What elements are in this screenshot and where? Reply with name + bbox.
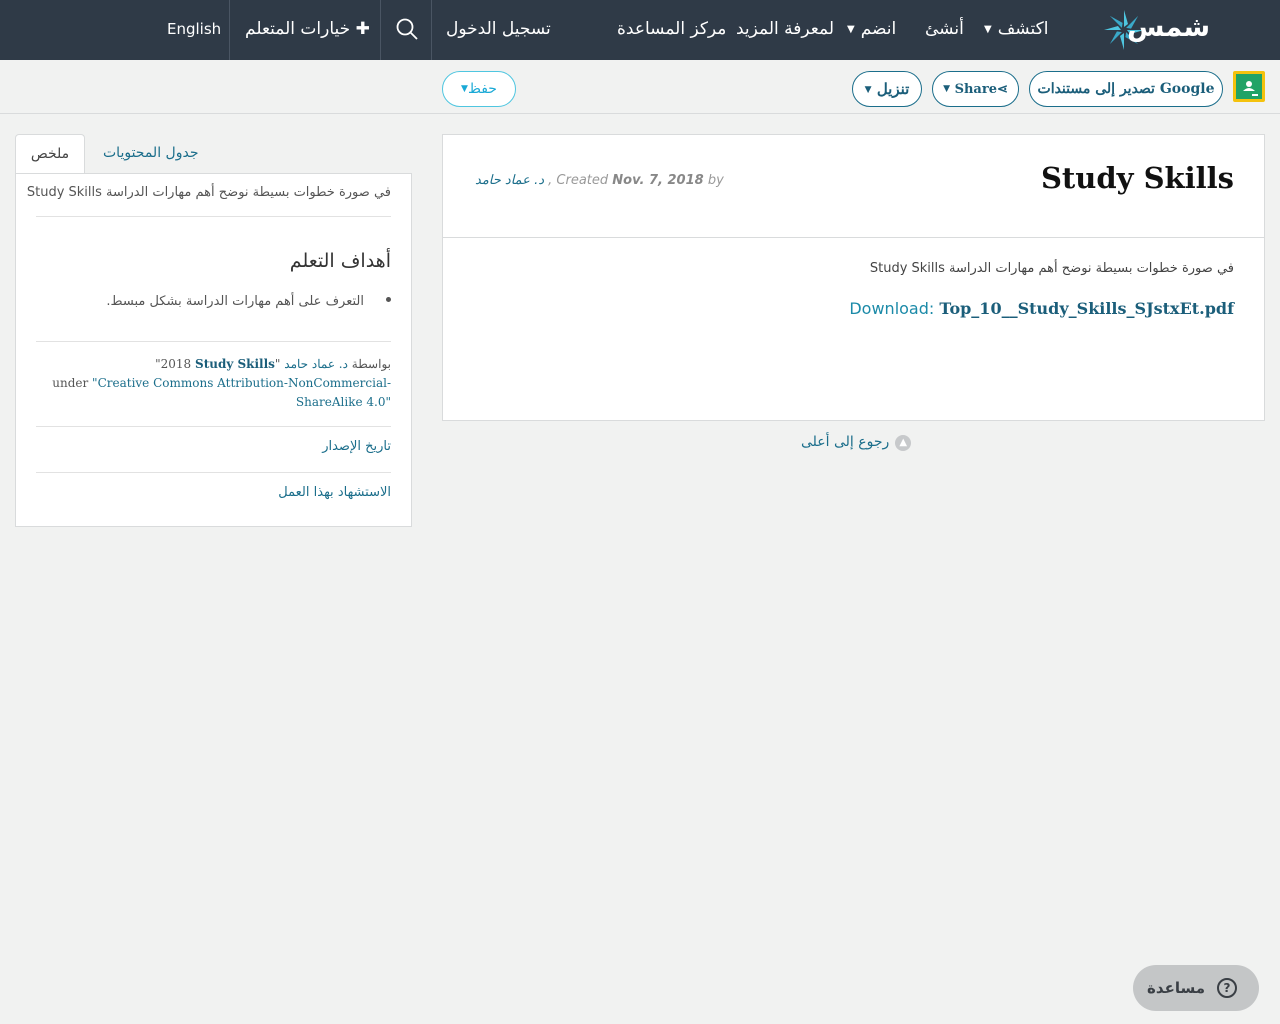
nav-learn-more-label: لمعرفة المزيد <box>736 19 834 39</box>
nav-help-center[interactable]: مركز المساعدة <box>617 0 726 60</box>
chevron-down-icon: ▼ <box>847 24 855 35</box>
divider <box>36 472 391 473</box>
help-button[interactable]: مساعدة ? <box>1133 965 1259 1011</box>
bullet-icon <box>386 297 391 302</box>
divider <box>36 426 391 427</box>
plus-icon: ✚ <box>355 19 370 39</box>
nav-divider <box>380 0 381 60</box>
chevron-down-icon: ▼ <box>461 84 468 94</box>
nav-join[interactable]: انضم ▼ <box>847 0 896 60</box>
nav-divider <box>431 0 432 60</box>
nav-join-label: انضم <box>860 19 897 39</box>
nav-login-label: تسجيل الدخول <box>446 19 551 39</box>
divider <box>443 237 1264 238</box>
person-icon <box>1243 81 1258 96</box>
objective-text: التعرف على أهم مهارات الدراسة بشكل مبسط. <box>106 294 364 309</box>
license-by: بواسطة <box>351 357 391 371</box>
back-to-top-link[interactable]: ▲ رجوع إلى أعلى <box>801 434 912 451</box>
license-cc-link[interactable]: "Creative Commons Attribution-NonCommerc… <box>92 376 391 409</box>
search-icon <box>396 18 418 40</box>
tab-summary[interactable]: ملخص <box>15 134 85 174</box>
nav-learner-options[interactable]: ✚ خيارات المتعلم <box>245 0 370 60</box>
share-icon: ⋖ <box>996 82 1008 97</box>
back-to-top-label: رجوع إلى أعلى <box>801 434 890 450</box>
nav-create-label: أنشئ <box>925 19 964 39</box>
version-history-link[interactable]: تاريخ الإصدار <box>322 439 391 454</box>
resource-card: Study Skills د. عماد حامد , Created Nov.… <box>442 134 1265 421</box>
resource-meta: د. عماد حامد , Created Nov. 7, 2018 by <box>475 173 724 188</box>
download-prefix: Download: <box>849 299 935 318</box>
nav-explore[interactable]: اكتشف ▼ <box>984 0 1048 60</box>
save-label: حفظ <box>467 81 497 97</box>
cite-work-link[interactable]: الاستشهاد بهذا العمل <box>278 485 391 500</box>
license-attribution: "2018 Study Skills" بواسطة د. عماد حامد … <box>52 357 391 409</box>
meta-by: by <box>707 173 724 188</box>
export-google-docs-label: تصدير إلى مستندات Google <box>1037 81 1215 97</box>
nav-login[interactable]: تسجيل الدخول <box>446 0 551 60</box>
author-link[interactable]: د. عماد حامد <box>475 173 544 188</box>
sidebar-panel: في صورة خطوات بسيطة نوضح أهم مهارات الدر… <box>15 173 412 527</box>
language-label: English <box>167 20 222 38</box>
tab-table-of-contents[interactable]: جدول المحتويات <box>103 134 198 174</box>
share-button[interactable]: ▼ Share⋖ <box>932 71 1019 107</box>
license-year: 2018 <box>160 357 192 371</box>
download-line: Download: Top_10__Study_Skills_SJstxEt.p… <box>849 299 1234 318</box>
meta-date: Nov. 7, 2018 <box>612 173 704 188</box>
meta-created: Created <box>556 173 609 188</box>
page-title: Study Skills <box>1040 161 1234 195</box>
help-label: مساعدة <box>1147 979 1205 997</box>
chevron-down-icon: ▼ <box>864 85 872 95</box>
summary-text: في صورة خطوات بسيطة نوضح أهم مهارات الدر… <box>26 185 391 200</box>
license-work-title[interactable]: Study Skills <box>195 357 275 371</box>
download-label: تنزيل <box>876 80 910 98</box>
search-button[interactable] <box>381 0 431 60</box>
nav-create[interactable]: أنشئ <box>925 0 964 60</box>
learning-objectives-heading: أهداف التعلم <box>289 250 391 272</box>
sidebar-tabs: ملخص جدول المحتويات <box>15 134 412 174</box>
top-navbar: شمس اكتشف ▼ أنشئ انضم ▼ لمعرفة المزيد مركز… <box>0 0 1280 60</box>
nav-help-center-label: مركز المساعدة <box>617 19 727 39</box>
site-logo[interactable]: شمس <box>1104 6 1214 54</box>
license-author-link[interactable]: د. عماد حامد <box>284 357 348 371</box>
nav-learn-more[interactable]: لمعرفة المزيد <box>736 0 834 60</box>
chevron-down-icon: ▼ <box>984 24 992 35</box>
nav-divider <box>229 0 230 60</box>
download-button[interactable]: ▼ تنزيل <box>852 71 922 107</box>
divider <box>36 216 391 217</box>
save-button[interactable]: ▼حفظ <box>442 71 516 107</box>
objective-item: التعرف على أهم مهارات الدراسة بشكل مبسط. <box>106 294 391 309</box>
license-under: under <box>52 376 89 390</box>
nav-explore-label: اكتشف <box>997 19 1049 39</box>
language-switch[interactable]: English <box>167 0 221 60</box>
resource-description: في صورة خطوات بسيطة نوضح أهم مهارات الدر… <box>869 261 1234 276</box>
chevron-down-icon: ▼ <box>943 84 951 94</box>
chevron-up-icon: ▲ <box>895 435 912 451</box>
download-file-link[interactable]: Top_10__Study_Skills_SJstxEt.pdf <box>939 299 1234 318</box>
question-circle-icon: ? <box>1217 978 1237 998</box>
google-classroom-icon[interactable] <box>1233 71 1265 102</box>
logo-text: شمس <box>1127 12 1211 43</box>
export-google-docs-button[interactable]: تصدير إلى مستندات Google <box>1029 71 1223 107</box>
share-label: Share <box>954 82 997 97</box>
divider <box>36 341 391 342</box>
nav-learner-options-label: خيارات المتعلم <box>245 19 351 39</box>
